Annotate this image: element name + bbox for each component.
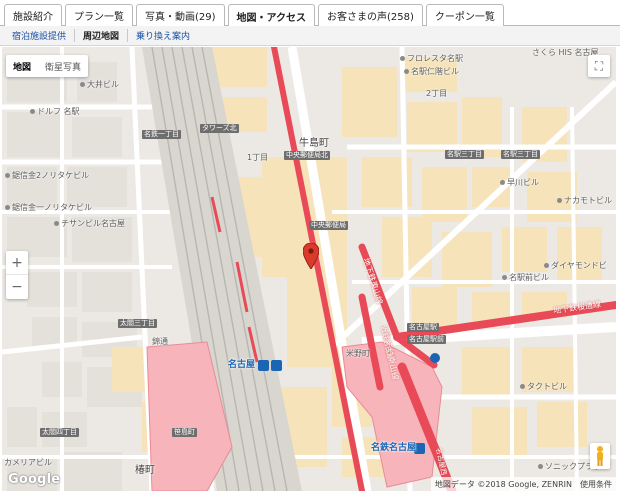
primary-tab-bar: 施設紹介 プラン一覧 写真・動画(29) 地図・アクセス お客さまの声(258)… xyxy=(0,0,620,27)
fullscreen-icon[interactable]: ⛶ xyxy=(588,55,610,77)
map-label-camelia: カメリアビル xyxy=(4,458,52,467)
map-label-nakamoto: ナカモトビル xyxy=(557,196,612,205)
subtab-surrounding-map[interactable]: 周辺地図 xyxy=(75,29,129,42)
map-label-tsubaki: 椿町 xyxy=(135,465,155,476)
tab-map-access[interactable]: 地図・アクセス xyxy=(227,4,316,27)
map-label-yonewa: 米野町 xyxy=(346,349,370,358)
map-label-meitetsu-nagoya[interactable]: 名鉄名古屋 xyxy=(371,444,416,453)
tab-plan-list[interactable]: プラン一覧 xyxy=(65,4,133,26)
map-sign-meieki-3chome: 名駅三丁目 xyxy=(445,150,484,159)
tab-coupons[interactable]: クーポン一覧 xyxy=(425,4,504,26)
map-label-furosuta: フロレスタ名駅 xyxy=(400,54,463,63)
map-sign-taiko-4: 太閤四丁目 xyxy=(40,428,79,437)
subtab-facility-provided[interactable]: 宿泊施設提供 xyxy=(4,29,76,42)
map-label-nagoya-station[interactable]: 名古屋 xyxy=(228,361,255,370)
map-label-1chome: 1丁目 xyxy=(247,153,269,162)
map-label-nishiki: 錦通 xyxy=(152,337,168,346)
map-sign-chuo-kita: 中央郵便局北 xyxy=(284,151,330,160)
map-label-2chome: 2丁目 xyxy=(426,89,448,98)
zoom-out-button[interactable]: − xyxy=(6,275,28,299)
map-sign-chuo-post: 中央郵便局 xyxy=(309,221,348,230)
map-sign-sanbashi: 笹島町 xyxy=(172,428,197,437)
map-type-roadmap-button[interactable]: 地図 xyxy=(6,55,38,77)
map-sign-meieki-jr: 名古屋駅前 xyxy=(407,335,446,344)
map-data-attribution: 地図データ ©2018 Google, ZENRIN xyxy=(434,479,572,489)
map-label-noritake-1: 鋸信金一ノリタケビル xyxy=(5,203,92,212)
map-label-ushijima: 牛島町 xyxy=(299,138,329,149)
map-label-noritake-2: 鋸信金2ノリタケビル xyxy=(5,171,89,180)
map-label-meieki-nikai: 名駅仁階ビル xyxy=(404,67,459,76)
map-footer: 地図データ ©2018 Google, ZENRIN 使用条件 xyxy=(430,477,616,491)
subtab-transfer-guide[interactable]: 乗り換え案内 xyxy=(128,29,198,42)
google-logo[interactable]: Google xyxy=(8,472,60,487)
zoom-in-button[interactable]: + xyxy=(6,251,28,275)
map-sign-taiko-3: 太閤三丁目 xyxy=(118,319,157,328)
pegman-icon[interactable] xyxy=(590,443,610,469)
location-pin-icon[interactable] xyxy=(302,242,320,273)
secondary-tab-bar: 宿泊施設提供 周辺地図 乗り換え案内 xyxy=(0,26,620,46)
tab-facility-info[interactable]: 施設紹介 xyxy=(4,4,62,26)
map-label-chisan: チサンビル名古屋 xyxy=(54,219,125,228)
map-label-ooi-bldg: 大井ビル xyxy=(80,80,119,89)
map-type-control: 地図 衛星写真 xyxy=(6,55,89,77)
map-label-tactic: タクトビル xyxy=(520,382,567,391)
map-label-hayakawa: 早川ビル xyxy=(500,178,539,187)
map-view[interactable]: フロレスタ名駅 名駅仁階ビル さくら HIS 名古屋 大井ビル ドルフ 名駅 名… xyxy=(2,47,616,491)
zoom-control: + − xyxy=(6,251,28,299)
map-label-meieki-mae: 名駅前ビル xyxy=(502,273,549,282)
map-label-diamond: ダイヤモンドビ xyxy=(544,261,607,270)
tab-reviews[interactable]: お客さまの声(258) xyxy=(318,4,423,26)
tab-photos-videos[interactable]: 写真・動画(29) xyxy=(136,4,225,26)
map-label-dorumi: ドルフ 名駅 xyxy=(30,107,80,116)
map-sign-meitetsu-1: 名鉄一丁目 xyxy=(142,130,181,139)
map-sign-towers-north: タワーズ北 xyxy=(200,124,239,133)
map-type-satellite-button[interactable]: 衛星写真 xyxy=(38,55,88,77)
map-sign-meieki-center: 名古屋駅 xyxy=(407,323,439,332)
map-sign-meieki-3chome-2: 名駅三丁目 xyxy=(501,150,540,159)
terms-of-use-link[interactable]: 使用条件 xyxy=(580,479,612,490)
